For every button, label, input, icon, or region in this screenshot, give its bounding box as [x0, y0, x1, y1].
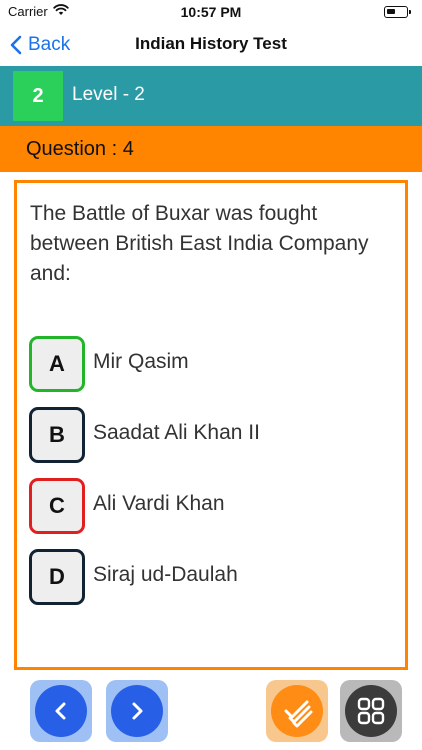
question-text: The Battle of Buxar was fought between B…	[30, 202, 369, 285]
option-b[interactable]: B Saadat Ali Khan II	[29, 407, 389, 463]
previous-question-button[interactable]	[30, 680, 92, 742]
option-d[interactable]: D Siraj ud-Daulah	[29, 549, 389, 605]
level-label: Level - 2	[72, 84, 145, 105]
option-text-a: Mir Qasim	[93, 350, 189, 373]
option-a[interactable]: A Mir Qasim	[29, 336, 389, 392]
option-text-d: Siraj ud-Daulah	[93, 563, 238, 586]
page-title: Indian History Test	[135, 34, 287, 53]
chevron-left-icon	[55, 702, 66, 720]
check-list-icon	[284, 700, 313, 728]
option-letter-c: C	[29, 478, 85, 534]
chevron-right-icon	[132, 702, 143, 720]
next-question-button[interactable]	[106, 680, 168, 742]
option-letter-d: D	[29, 549, 85, 605]
option-text-b: Saadat Ali Khan II	[93, 421, 260, 444]
option-letter-a: A	[29, 336, 85, 392]
question-number-label: Question : 4	[26, 138, 134, 160]
battery-icon	[384, 6, 411, 18]
option-text-c: Ali Vardi Khan	[93, 492, 225, 515]
clock: 10:57 PM	[180, 4, 242, 20]
level-bar: 2 Level - 2	[0, 66, 422, 126]
option-letter-b: B	[29, 407, 85, 463]
level-badge: 2	[13, 71, 63, 121]
option-c[interactable]: C Ali Vardi Khan	[29, 478, 389, 534]
question-number-bar: Question : 4	[0, 126, 422, 172]
question-grid-button[interactable]	[340, 680, 402, 742]
nav-bar: Back Indian History Test	[0, 24, 422, 66]
grid-icon	[357, 697, 385, 725]
review-answers-button[interactable]	[266, 680, 328, 742]
question-card: The Battle of Buxar was fought between B…	[14, 180, 408, 670]
status-bar: Carrier 10:57 PM	[0, 0, 422, 24]
